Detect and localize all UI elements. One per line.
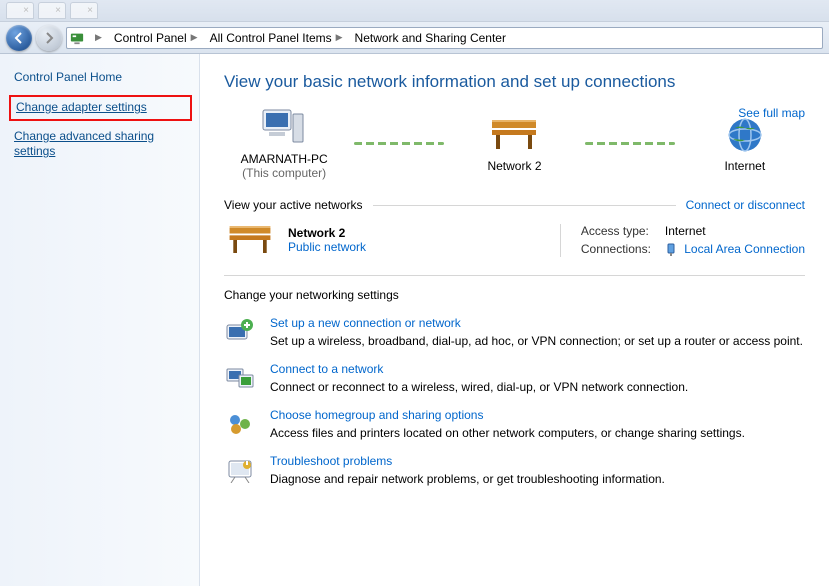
ethernet-icon — [665, 243, 677, 257]
access-type-label: Access type: — [581, 224, 651, 238]
page-title: View your basic network information and … — [224, 72, 805, 92]
active-networks-heading: View your active networks — [224, 198, 363, 212]
tasks-heading: Change your networking settings — [224, 288, 805, 302]
network-name: Network 2 — [288, 226, 366, 240]
map-node-internet: Internet — [685, 113, 805, 173]
close-icon[interactable]: × — [87, 5, 93, 16]
main-panel: View your basic network information and … — [200, 54, 829, 586]
network-map: AMARNATH-PC (This computer) Ne — [224, 106, 805, 180]
computer-icon — [224, 106, 344, 150]
task-setup-connection: Set up a new connection or network Set u… — [224, 316, 805, 348]
map-node-label: AMARNATH-PC — [224, 152, 344, 166]
connections-label: Connections: — [581, 242, 651, 257]
map-node-label: Network 2 — [454, 159, 574, 173]
new-connection-icon — [224, 316, 256, 348]
connect-network-icon — [224, 362, 256, 394]
task-troubleshoot-link[interactable]: Troubleshoot problems — [270, 454, 665, 468]
change-adapter-settings-link[interactable]: Change adapter settings — [16, 100, 185, 116]
see-full-map-link[interactable]: See full map — [738, 106, 805, 120]
toolbar: ▶ Control Panel▶ All Control Panel Items… — [0, 22, 829, 54]
divider — [373, 205, 676, 206]
breadcrumb-all-items[interactable]: All Control Panel Items▶ — [206, 28, 351, 48]
task-setup-connection-link[interactable]: Set up a new connection or network — [270, 316, 803, 330]
browser-tab[interactable]: × — [38, 2, 66, 19]
browser-tab[interactable]: × — [6, 2, 34, 19]
bench-icon — [224, 224, 276, 256]
breadcrumb-network-sharing-center[interactable]: Network and Sharing Center — [351, 28, 510, 48]
breadcrumb-control-panel[interactable]: Control Panel▶ — [110, 28, 206, 48]
map-connector — [354, 142, 444, 145]
network-type-link[interactable]: Public network — [288, 240, 366, 254]
map-node-sublabel: (This computer) — [224, 166, 344, 180]
bench-icon — [454, 113, 574, 157]
task-connect-network: Connect to a network Connect or reconnec… — [224, 362, 805, 394]
change-advanced-sharing-link[interactable]: Change advanced sharing settings — [14, 129, 187, 160]
task-desc: Set up a wireless, broadband, dial-up, a… — [270, 334, 803, 348]
control-panel-home-link[interactable]: Control Panel Home — [14, 70, 187, 84]
close-icon[interactable]: × — [55, 5, 61, 16]
highlight-box: Change adapter settings — [9, 95, 192, 121]
browser-tab[interactable]: × — [70, 2, 98, 19]
task-connect-network-link[interactable]: Connect to a network — [270, 362, 688, 376]
close-icon[interactable]: × — [23, 5, 29, 16]
chrome-tabstrip: × × × — [0, 0, 829, 22]
map-node-network: Network 2 — [454, 113, 574, 173]
local-area-connection-link[interactable]: Local Area Connection — [684, 242, 805, 256]
control-panel-icon — [67, 31, 87, 45]
chevron-right-icon[interactable]: ▶ — [87, 28, 110, 48]
back-button[interactable] — [6, 25, 32, 51]
forward-button — [36, 25, 62, 51]
task-troubleshoot: Troubleshoot problems Diagnose and repai… — [224, 454, 805, 486]
map-connector — [585, 142, 675, 145]
address-bar[interactable]: ▶ Control Panel▶ All Control Panel Items… — [66, 27, 823, 49]
map-node-label: Internet — [685, 159, 805, 173]
map-node-this-computer: AMARNATH-PC (This computer) — [224, 106, 344, 180]
task-desc: Access files and printers located on oth… — [270, 426, 745, 440]
divider — [224, 275, 805, 276]
sidebar: Control Panel Home Change adapter settin… — [0, 54, 200, 586]
task-desc: Connect or reconnect to a wireless, wire… — [270, 380, 688, 394]
access-type-value: Internet — [665, 224, 805, 238]
homegroup-icon — [224, 408, 256, 440]
task-homegroup-link[interactable]: Choose homegroup and sharing options — [270, 408, 745, 422]
task-desc: Diagnose and repair network problems, or… — [270, 472, 665, 486]
troubleshoot-icon — [224, 454, 256, 486]
task-homegroup-sharing: Choose homegroup and sharing options Acc… — [224, 408, 805, 440]
connect-disconnect-link[interactable]: Connect or disconnect — [686, 198, 805, 212]
